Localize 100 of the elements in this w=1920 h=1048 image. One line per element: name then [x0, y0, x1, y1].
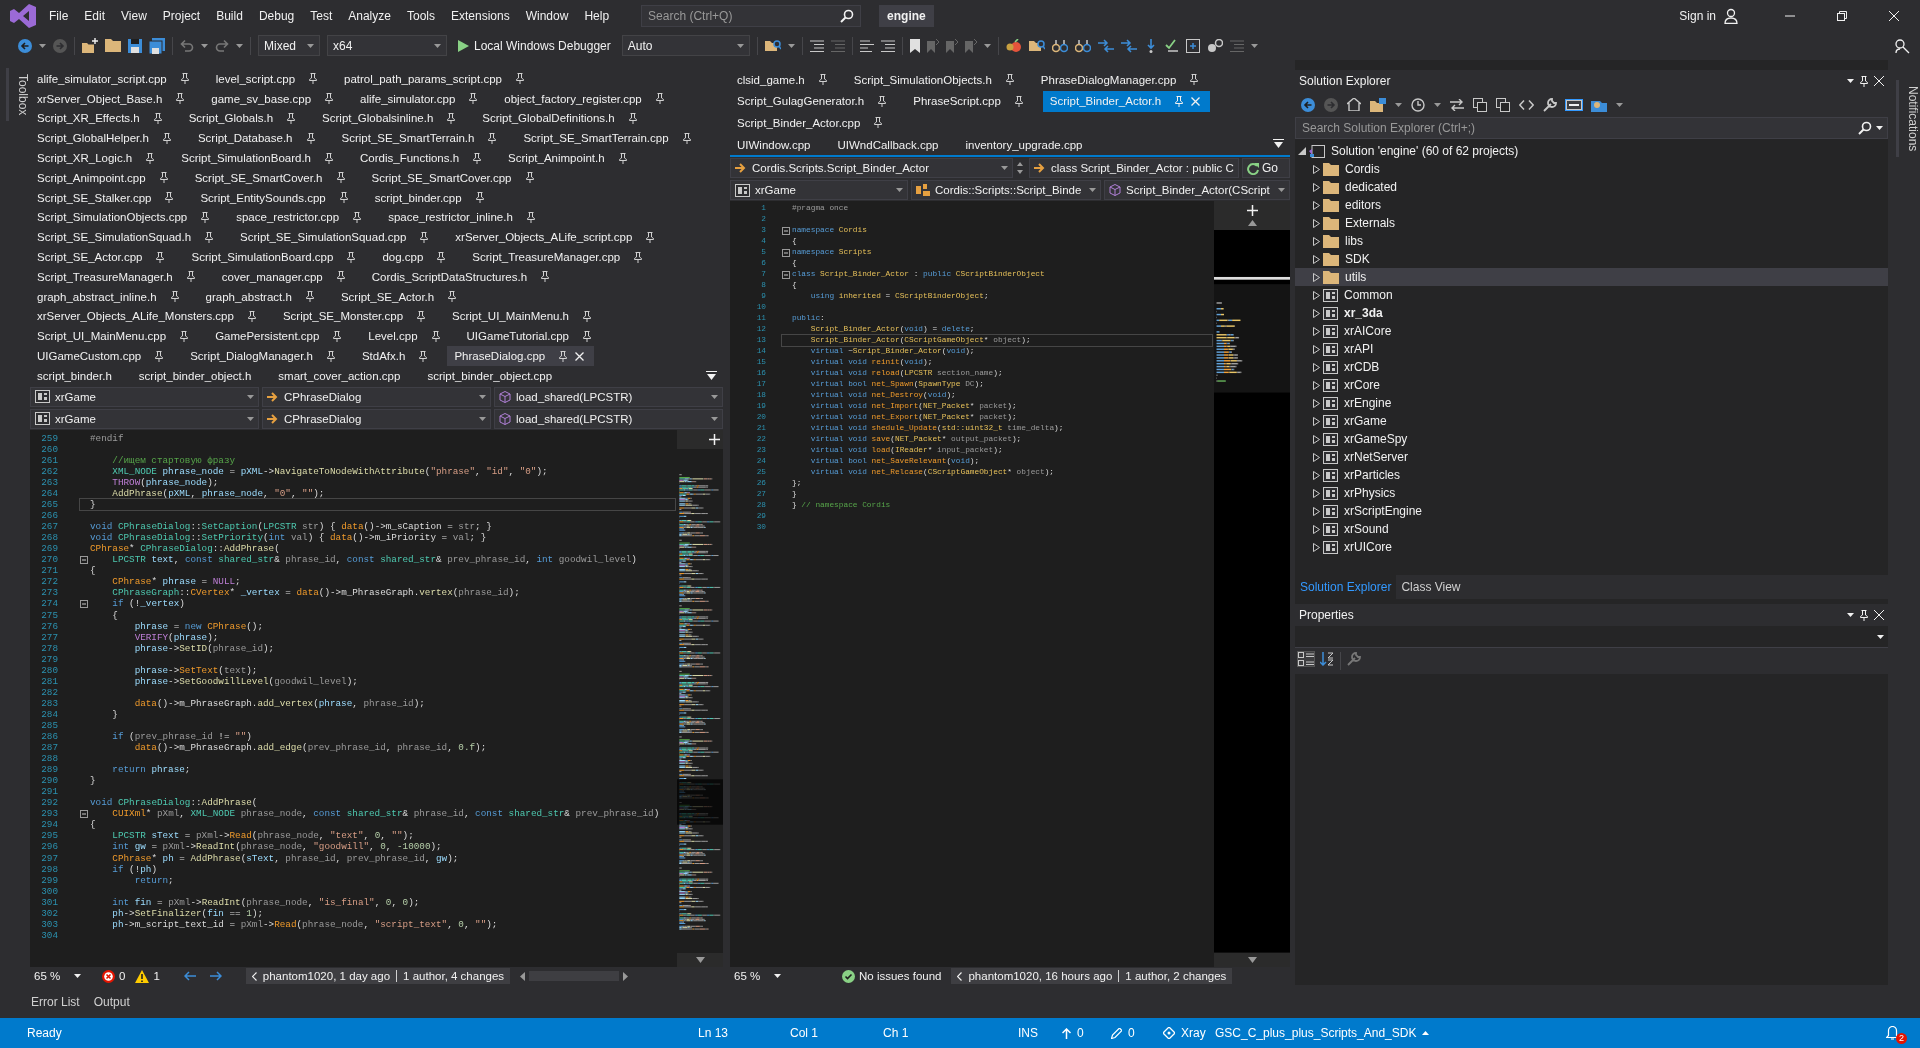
- save-all-icon[interactable]: [149, 37, 165, 54]
- scroll-right-icon[interactable]: [623, 971, 629, 981]
- tree-item[interactable]: xrGameSpy: [1295, 430, 1888, 448]
- file-tab[interactable]: UIWindow.cpp: [730, 133, 821, 156]
- file-tab[interactable]: Script_EntitySounds.cpp: [193, 187, 358, 208]
- pin-icon[interactable]: [326, 350, 335, 362]
- file-tab[interactable]: Script_SimulationBoard.h: [174, 148, 343, 168]
- logo-icon[interactable]: [10, 3, 36, 28]
- tree-item[interactable]: xrParticles: [1295, 466, 1888, 484]
- expand-icon[interactable]: [1312, 254, 1320, 264]
- file-tab[interactable]: xrServer_Objects_ALife_script.cpp: [448, 227, 665, 248]
- dropdown[interactable]: CPhraseDialog: [262, 386, 491, 407]
- expand-icon[interactable]: [1312, 488, 1320, 498]
- pin-icon[interactable]: [655, 93, 664, 105]
- pin-icon[interactable]: [153, 113, 162, 124]
- file-tab[interactable]: Level.cpp: [361, 326, 450, 347]
- spinner-icon[interactable]: [1016, 161, 1024, 176]
- check-text-icon[interactable]: [1164, 38, 1179, 53]
- pin-icon[interactable]: [488, 132, 497, 144]
- push-count[interactable]: 0: [1077, 1026, 1084, 1040]
- pin-icon[interactable]: [634, 251, 643, 263]
- file-tab[interactable]: Script_SE_SimulationSquad.cpp: [233, 227, 439, 248]
- collapse-icon[interactable]: [80, 599, 88, 608]
- tree-item[interactable]: libs: [1295, 232, 1888, 250]
- sync-icon[interactable]: [1450, 98, 1464, 111]
- tree-item[interactable]: Cordis: [1295, 160, 1888, 178]
- file-tab[interactable]: PhraseScript.cpp: [906, 90, 1033, 113]
- clock-icon[interactable]: [1411, 97, 1425, 112]
- pin-icon[interactable]: [155, 350, 164, 362]
- file-tab[interactable]: Script_TreasureManager.cpp: [465, 247, 653, 267]
- pin-icon[interactable]: [186, 271, 195, 283]
- pin-icon[interactable]: [541, 271, 550, 283]
- file-tab[interactable]: script_binder.h: [30, 365, 122, 386]
- file-tab[interactable]: StdAfx.h: [354, 346, 438, 366]
- lines-icon[interactable]: [809, 39, 824, 52]
- expand-icon[interactable]: [1312, 164, 1320, 174]
- pin-icon[interactable]: [156, 251, 165, 263]
- new-folder-icon[interactable]: [82, 38, 98, 53]
- expand-icon[interactable]: [1312, 416, 1320, 426]
- pin-icon[interactable]: [162, 132, 171, 144]
- pin-icon[interactable]: [306, 132, 315, 144]
- tree-item[interactable]: xrScriptEngine: [1295, 502, 1888, 520]
- expand-icon[interactable]: [1312, 524, 1320, 534]
- pin-icon[interactable]: [682, 132, 691, 144]
- menu-item[interactable]: Extensions: [443, 5, 518, 26]
- tree-item[interactable]: utils: [1295, 268, 1888, 286]
- blame-info-bar[interactable]: phantom1020, 16 hours ago 1 author, 2 changes: [951, 968, 1233, 984]
- minimap[interactable]: [677, 448, 723, 953]
- file-tab[interactable]: graph_abstract.h: [198, 286, 324, 307]
- file-tab[interactable]: Script_SE_SmartCover.cpp: [364, 168, 544, 188]
- file-tab[interactable]: script_binder_object.cpp: [420, 365, 563, 386]
- pin-icon[interactable]: [437, 251, 446, 263]
- expand-icon[interactable]: [1312, 272, 1320, 282]
- search-icon[interactable]: [840, 8, 855, 23]
- close-icon[interactable]: [575, 351, 585, 361]
- scroll-down-icon[interactable]: [695, 957, 705, 963]
- file-tab[interactable]: GamePersistent.cpp: [208, 326, 352, 347]
- pin-icon[interactable]: [180, 330, 189, 342]
- menu-item[interactable]: Debug: [250, 5, 303, 26]
- split-icon[interactable]: [1246, 205, 1258, 217]
- branch-name[interactable]: Xray: [1181, 1026, 1206, 1040]
- blame-info-bar[interactable]: phantom1020, 1 day ago 1 author, 4 changes: [245, 968, 511, 984]
- tree-item[interactable]: xrPhysics: [1295, 484, 1888, 502]
- file-tab[interactable]: script_binder.cpp: [367, 187, 494, 208]
- pencil-icon[interactable]: [1111, 1027, 1122, 1039]
- file-tab[interactable]: Script_SE_Stalker.cpp: [30, 187, 184, 208]
- pin-icon[interactable]: [180, 73, 189, 85]
- pin-icon[interactable]: [165, 192, 174, 204]
- tree-item[interactable]: xrEngine: [1295, 394, 1888, 412]
- pin-icon[interactable]: [583, 310, 592, 322]
- file-tab[interactable]: object_factory_register.cpp: [497, 88, 674, 109]
- file-tab[interactable]: space_restrictor.cpp: [229, 207, 372, 228]
- binoculars-icon[interactable]: [1051, 38, 1068, 53]
- expand-icon[interactable]: [1312, 326, 1320, 336]
- pin-icon[interactable]: [339, 192, 348, 204]
- pin-icon[interactable]: [469, 93, 478, 105]
- pin-icon[interactable]: [1014, 95, 1023, 107]
- file-tab[interactable]: Script_Database.h: [190, 128, 325, 149]
- categorized-icon[interactable]: [1298, 652, 1314, 666]
- split-icon[interactable]: [708, 433, 720, 445]
- expand-icon[interactable]: [1312, 380, 1320, 390]
- pin-icon[interactable]: [146, 152, 155, 164]
- tree-item[interactable]: editors: [1295, 196, 1888, 214]
- file-tab[interactable]: clsid_game.h: [730, 69, 837, 91]
- configuration-dropdown[interactable]: Mixed: [258, 35, 320, 56]
- tree-item[interactable]: xrNetServer: [1295, 448, 1888, 466]
- find-folder-icon[interactable]: [764, 38, 781, 53]
- platform-dropdown[interactable]: x64: [327, 35, 447, 56]
- expand-icon[interactable]: [1312, 290, 1320, 300]
- bell-icon[interactable]: [1886, 1026, 1899, 1040]
- pin-icon[interactable]: [874, 117, 883, 129]
- file-tab[interactable]: Cordis_ScriptDataStructures.h: [364, 266, 560, 287]
- pin-icon[interactable]: [628, 113, 637, 124]
- scroll-down-icon[interactable]: [1247, 957, 1257, 963]
- menu-item[interactable]: Window: [517, 5, 577, 26]
- collapse-icon[interactable]: [1298, 147, 1306, 155]
- find-folder-icon[interactable]: [1028, 38, 1045, 53]
- back-icon[interactable]: [1301, 97, 1315, 112]
- pin-icon[interactable]: [336, 172, 345, 184]
- pin-icon[interactable]: [473, 152, 482, 164]
